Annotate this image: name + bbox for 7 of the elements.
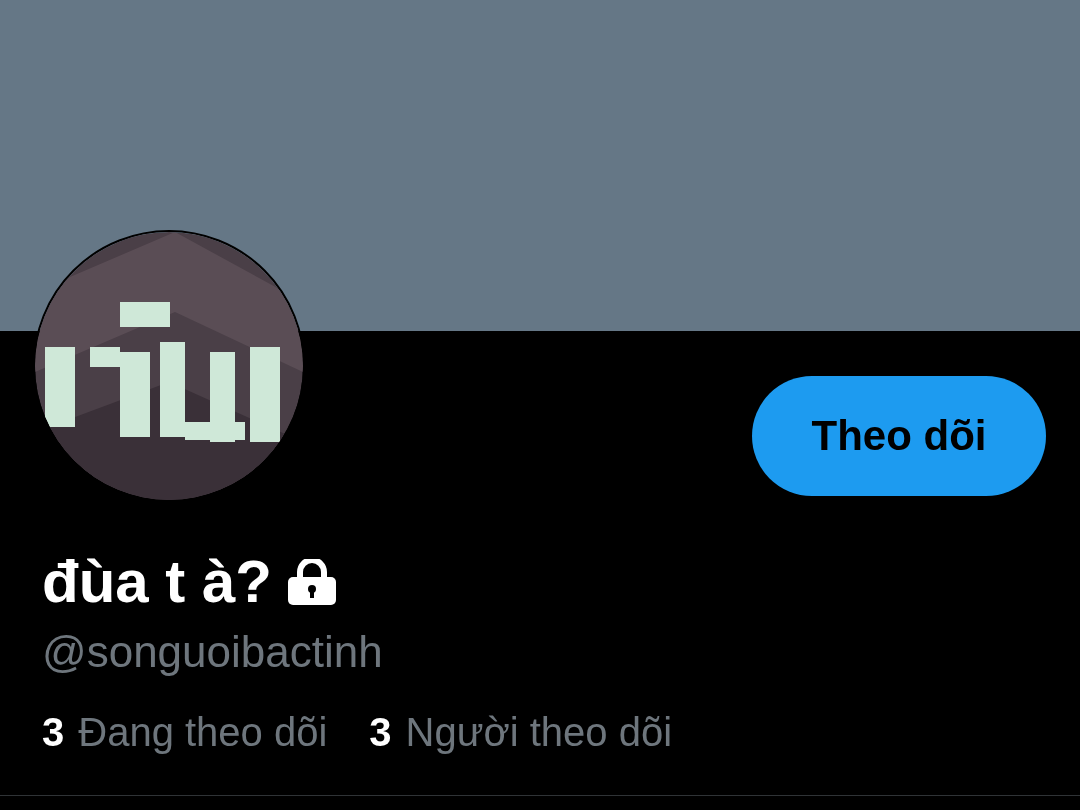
stat-count: 3 bbox=[42, 709, 65, 756]
stat-label[interactable]: Đang theo dõi bbox=[78, 707, 328, 757]
follow-button[interactable]: Theo dõi bbox=[752, 376, 1046, 496]
stat-label[interactable]: Người theo dõi bbox=[405, 707, 673, 757]
stat-count: 3 bbox=[369, 709, 392, 756]
profile-name: đùa t à? bbox=[42, 547, 272, 617]
profile-handle: @songuoibactinh bbox=[42, 626, 384, 678]
